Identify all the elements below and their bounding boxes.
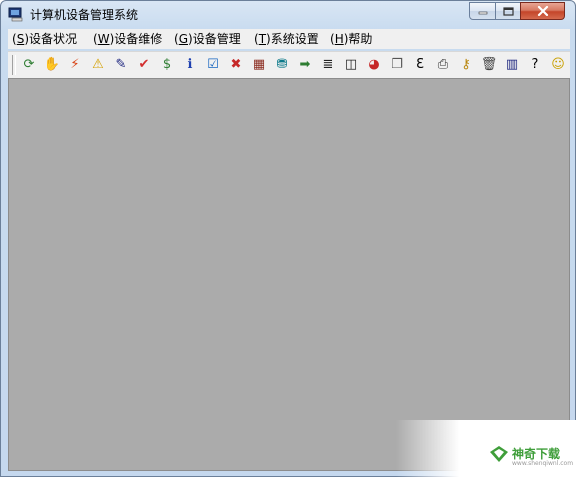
delete-icon: ✖ (230, 57, 242, 72)
question-e-button[interactable]: Ɛ (411, 56, 429, 74)
refresh-icon: ⟳ (23, 57, 35, 72)
menu-device-repair[interactable]: (W)设备维修 (93, 31, 162, 47)
menu-device-status[interactable]: (S)设备状况 (12, 31, 77, 47)
menu-label: 帮助 (348, 32, 373, 46)
trash-button[interactable]: 🗑 (480, 56, 498, 74)
bar-chart-button[interactable]: ▥ (503, 56, 521, 74)
approve-icon: ☑ (207, 57, 219, 72)
trash-icon: 🗑 (480, 57, 498, 72)
question-e-icon: Ɛ (416, 57, 424, 72)
minimize-icon (478, 11, 487, 15)
tags-icon: ❐ (391, 57, 403, 72)
help-icon: ? (531, 57, 539, 72)
window-title: 计算机设备管理系统 (30, 8, 139, 22)
approve-button[interactable]: ☑ (204, 56, 222, 74)
delete-button[interactable]: ✖ (227, 56, 245, 74)
watermark-logo-icon (490, 446, 508, 462)
computer-icon (8, 7, 23, 22)
printer-button[interactable]: ⎙ (434, 56, 452, 74)
menu-label: 设备维修 (114, 32, 163, 46)
pie-chart-button[interactable]: ◕ (365, 56, 383, 74)
close-icon (537, 6, 548, 16)
key-button[interactable]: ⚷ (457, 56, 475, 74)
minimize-button[interactable] (469, 2, 496, 20)
checklist-button[interactable]: ✎ (112, 56, 130, 74)
menu-label: 系统设置 (270, 32, 319, 46)
smiley-button[interactable]: ☺ (549, 56, 567, 74)
info-button[interactable]: ℹ (181, 56, 199, 74)
menu-mnemonic: G (178, 32, 188, 46)
money-bag-button[interactable]: $ (158, 56, 176, 74)
list-icon: ≣ (322, 57, 334, 72)
warning-button[interactable]: ⚠ (89, 56, 107, 74)
columns-icon: ◫ (344, 57, 358, 72)
menu-mnemonic: T (258, 32, 267, 46)
tags-button[interactable]: ❐ (388, 56, 406, 74)
next-arrow-button[interactable]: ➡ (296, 56, 314, 74)
printer-icon: ⎙ (437, 57, 449, 72)
list-button[interactable]: ≣ (319, 56, 337, 74)
bar-chart-icon: ▥ (505, 57, 519, 72)
next-arrow-icon: ➡ (299, 57, 311, 72)
checkmark-icon: ✔ (138, 57, 150, 72)
toolbar: ⟳ ✋ ⚡ ⚠ ✎ ✔ $ ℹ ☑ ✖ ▦ ⛃ ➡ ≣ ◫ ◕ ❐ Ɛ ⎙ ⚷ 🗑 ▥? ☺ (8, 51, 570, 78)
menu-mnemonic: H (334, 32, 344, 46)
columns-button[interactable]: ◫ (342, 56, 360, 74)
menu-label: 设备状况 (29, 32, 78, 46)
maximize-button[interactable] (495, 2, 521, 20)
watermark: 神奇下载 www.shenqiwnl.com (396, 420, 576, 478)
grid-icon: ▦ (252, 57, 266, 72)
checklist-icon: ✎ (115, 57, 127, 72)
warning-icon: ⚠ (92, 57, 104, 72)
maximize-icon (502, 6, 514, 16)
help-button[interactable]: ? (526, 56, 544, 74)
checkmark-button[interactable]: ✔ (135, 56, 153, 74)
app-window: 计算机设备管理系统 (S)设备状况 (W)设备维修 (G)设备管理 (T)系统设… (0, 0, 576, 478)
key-icon: ⚷ (461, 57, 471, 72)
grid-button[interactable]: ▦ (250, 56, 268, 74)
money-bag-icon: $ (162, 57, 172, 72)
info-icon: ℹ (187, 57, 193, 72)
refresh-button[interactable]: ⟳ (20, 56, 38, 74)
pie-chart-icon: ◕ (368, 57, 380, 72)
smiley-icon: ☺ (551, 57, 565, 72)
menu-mnemonic: W (97, 32, 110, 46)
title-bar[interactable]: 计算机设备管理系统 (1, 1, 575, 29)
menu-mnemonic: S (16, 32, 25, 46)
lightning-icon: ⚡ (70, 57, 80, 72)
database-icon: ⛃ (276, 57, 288, 72)
stop-hand-icon: ✋ (43, 57, 61, 72)
main-client-area (8, 78, 570, 471)
menu-help[interactable]: (H)帮助 (330, 31, 372, 47)
watermark-url: www.shenqiwnl.com (512, 460, 574, 467)
close-button[interactable] (520, 2, 565, 20)
menu-system-settings[interactable]: (T)系统设置 (254, 31, 319, 47)
toolbar-grip[interactable] (12, 55, 16, 75)
menu-device-management[interactable]: (G)设备管理 (174, 31, 241, 47)
menu-bar: (S)设备状况 (W)设备维修 (G)设备管理 (T)系统设置 (H)帮助 (8, 29, 570, 49)
menu-label: 设备管理 (192, 32, 241, 46)
lightning-button[interactable]: ⚡ (66, 56, 84, 74)
database-button[interactable]: ⛃ (273, 56, 291, 74)
stop-hand-button[interactable]: ✋ (43, 56, 61, 74)
